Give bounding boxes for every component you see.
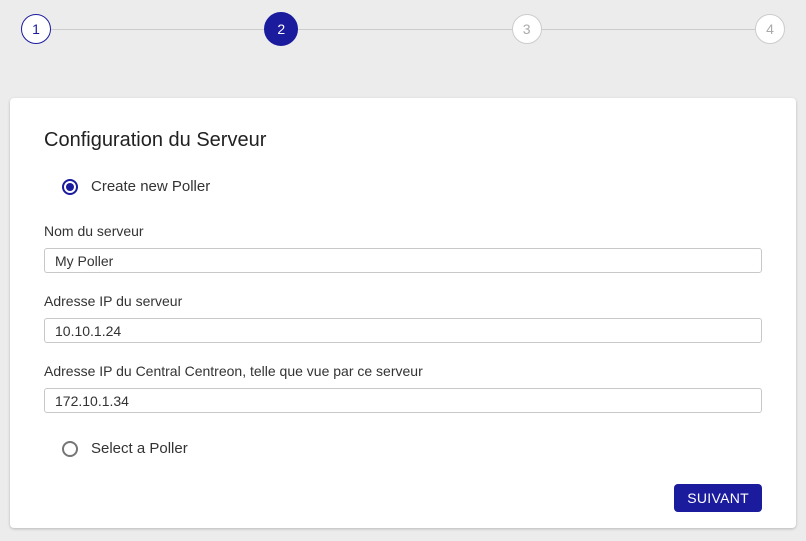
step-2[interactable]: 2	[264, 12, 298, 46]
field-central-ip: Adresse IP du Central Centreon, telle qu…	[44, 362, 762, 413]
stepper-connector	[542, 29, 755, 30]
stepper-connector	[298, 29, 511, 30]
step-1[interactable]: 1	[21, 14, 51, 44]
radio-create-new-poller[interactable]: Create new Poller	[44, 178, 762, 195]
step-4-number: 4	[766, 21, 774, 37]
radio-dot	[66, 183, 74, 191]
radio-unselected-icon	[62, 441, 78, 457]
server-config-card: Configuration du Serveur Create new Poll…	[10, 98, 796, 528]
step-2-number: 2	[277, 21, 285, 37]
server-name-label: Nom du serveur	[44, 222, 762, 240]
step-3: 3	[512, 14, 542, 44]
central-ip-input[interactable]	[44, 388, 762, 413]
server-ip-input[interactable]	[44, 318, 762, 343]
radio-create-label: Create new Poller	[91, 178, 210, 195]
radio-select-label: Select a Poller	[91, 440, 188, 457]
step-4: 4	[755, 14, 785, 44]
step-1-number: 1	[32, 21, 40, 37]
server-ip-label: Adresse IP du serveur	[44, 292, 762, 310]
central-ip-label: Adresse IP du Central Centreon, telle qu…	[44, 362, 762, 380]
field-server-ip: Adresse IP du serveur	[44, 292, 762, 343]
server-name-input[interactable]	[44, 248, 762, 273]
step-3-number: 3	[523, 21, 531, 37]
suivant-button[interactable]: SUIVANT	[674, 484, 762, 512]
card-actions: SUIVANT	[44, 484, 762, 512]
radio-selected-icon	[62, 179, 78, 195]
field-server-name: Nom du serveur	[44, 222, 762, 273]
wizard-stepper: 1 2 3 4	[0, 0, 806, 46]
radio-select-a-poller[interactable]: Select a Poller	[44, 440, 762, 457]
page-title: Configuration du Serveur	[44, 126, 762, 154]
stepper-connector	[51, 29, 264, 30]
